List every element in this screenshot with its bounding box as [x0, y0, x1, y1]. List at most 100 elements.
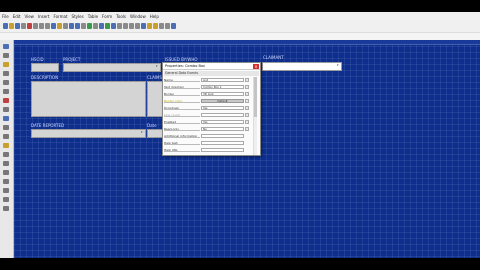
special-character-icon[interactable] [135, 23, 140, 29]
line-icon[interactable] [165, 23, 170, 29]
insert-page-break-icon[interactable] [123, 23, 128, 29]
label-icon[interactable] [3, 107, 9, 112]
print-icon[interactable] [33, 23, 38, 29]
insert-chart-icon[interactable] [111, 23, 116, 29]
property-row-enabled: Enabled Yes [164, 119, 250, 125]
scrollbar-control-icon[interactable] [3, 206, 9, 211]
menu-form[interactable]: Form [100, 13, 114, 20]
claimant-combo[interactable]: ▾ [262, 62, 342, 71]
chevron-down-icon[interactable]: ▾ [141, 131, 144, 134]
property-options-icon[interactable] [245, 85, 249, 89]
print-preview-icon[interactable] [39, 23, 44, 29]
check-box-icon[interactable] [3, 89, 9, 94]
formatting-marks-icon[interactable] [93, 23, 98, 29]
property-value-input[interactable] [201, 134, 244, 138]
navigation-bar-icon[interactable] [3, 197, 9, 202]
project-combo[interactable]: ▾ [63, 63, 161, 72]
property-value-input[interactable]: Yes [201, 106, 244, 110]
property-value-input[interactable]: 3D look [201, 92, 244, 96]
option-button-icon[interactable] [3, 98, 9, 103]
property-options-icon[interactable] [245, 106, 249, 110]
insert-field-icon[interactable] [129, 23, 134, 29]
new-document-icon[interactable] [3, 23, 8, 29]
undo-icon[interactable] [69, 23, 74, 29]
property-row-dropdown: Dropdown Yes [164, 105, 250, 111]
property-value-input[interactable]: Combo Box 1 [201, 85, 244, 89]
export-pdf-icon[interactable] [27, 23, 32, 29]
spelling-icon[interactable] [87, 23, 92, 29]
property-value-input[interactable]: List [201, 78, 244, 82]
clone-formatting-icon[interactable] [63, 23, 68, 29]
insert-table-icon[interactable] [99, 23, 104, 29]
claims-label: CLAIMS [147, 75, 163, 80]
property-value-input[interactable]: Yes [201, 120, 244, 124]
footnote-icon[interactable] [147, 23, 152, 29]
date-field[interactable] [147, 129, 163, 138]
form-navigator-icon[interactable] [3, 71, 9, 76]
property-value-input[interactable] [201, 148, 244, 152]
dialog-tabs[interactable]: General Data Events [164, 71, 259, 76]
property-row-line-count: Line count [164, 112, 250, 118]
property-key: Read-only [164, 127, 180, 131]
combo-box-icon[interactable] [3, 125, 9, 130]
dialog-scrollbar[interactable] [253, 77, 257, 155]
design-mode-icon[interactable] [3, 44, 9, 49]
push-button-icon[interactable] [3, 134, 9, 139]
comment-icon[interactable] [153, 23, 158, 29]
date-field-icon[interactable] [3, 161, 9, 166]
list-box-icon[interactable] [3, 116, 9, 121]
open-folder-icon[interactable] [9, 23, 14, 29]
menu-view[interactable]: View [22, 13, 36, 20]
menu-tools[interactable]: Tools [114, 13, 128, 20]
property-value-input[interactable]: No [201, 127, 244, 131]
menu-help[interactable]: Help [148, 13, 161, 20]
project-label: PROJECT [63, 57, 81, 62]
menu-edit[interactable]: Edit [11, 13, 23, 20]
chevron-down-icon[interactable]: ▾ [337, 64, 340, 67]
property-value-button[interactable]: Default [201, 99, 244, 103]
track-changes-icon[interactable] [159, 23, 164, 29]
table-control-icon[interactable] [3, 188, 9, 193]
hyperlink-icon[interactable] [141, 23, 146, 29]
description-field[interactable] [31, 81, 146, 117]
menu-file[interactable]: File [0, 13, 11, 20]
menu-bar: File Edit View Insert Format Styles Tabl… [0, 13, 480, 20]
menu-styles[interactable]: Styles [70, 13, 86, 20]
property-options-icon[interactable] [245, 99, 249, 103]
email-icon[interactable] [21, 23, 26, 29]
redo-icon[interactable] [75, 23, 80, 29]
group-box-icon[interactable] [3, 179, 9, 184]
menu-insert[interactable]: Insert [36, 13, 51, 20]
insert-textbox-icon[interactable] [117, 23, 122, 29]
formatted-field-icon[interactable] [3, 152, 9, 157]
close-icon[interactable]: × [253, 64, 259, 69]
property-options-icon[interactable] [245, 127, 249, 131]
date-reported-combo[interactable]: ▾ [31, 129, 146, 138]
claims-field[interactable] [147, 81, 163, 117]
chevron-down-icon[interactable]: ▾ [156, 65, 159, 68]
basic-shapes-icon[interactable] [171, 23, 176, 29]
hscid-field[interactable] [31, 63, 59, 72]
scrollbar-thumb[interactable] [254, 77, 257, 117]
find-replace-icon[interactable] [81, 23, 86, 29]
save-icon[interactable] [15, 23, 20, 29]
menu-table[interactable]: Table [86, 13, 100, 20]
property-value-input[interactable] [201, 113, 244, 117]
menu-format[interactable]: Format [51, 13, 69, 20]
insert-image-icon[interactable] [105, 23, 110, 29]
property-value-input[interactable] [201, 141, 244, 145]
cut-icon[interactable] [45, 23, 50, 29]
form-properties-icon[interactable] [3, 62, 9, 67]
control-properties-icon[interactable] [3, 53, 9, 58]
numeric-field-icon[interactable] [3, 170, 9, 175]
property-options-icon[interactable] [245, 113, 249, 117]
property-options-icon[interactable] [245, 92, 249, 96]
hscid-label: HSCID [31, 57, 44, 62]
property-options-icon[interactable] [245, 120, 249, 124]
menu-window[interactable]: Window [128, 13, 148, 20]
copy-icon[interactable] [51, 23, 56, 29]
text-box-icon[interactable] [3, 80, 9, 85]
image-button-icon[interactable] [3, 143, 9, 148]
paste-icon[interactable] [57, 23, 62, 29]
property-options-icon[interactable] [245, 78, 249, 82]
